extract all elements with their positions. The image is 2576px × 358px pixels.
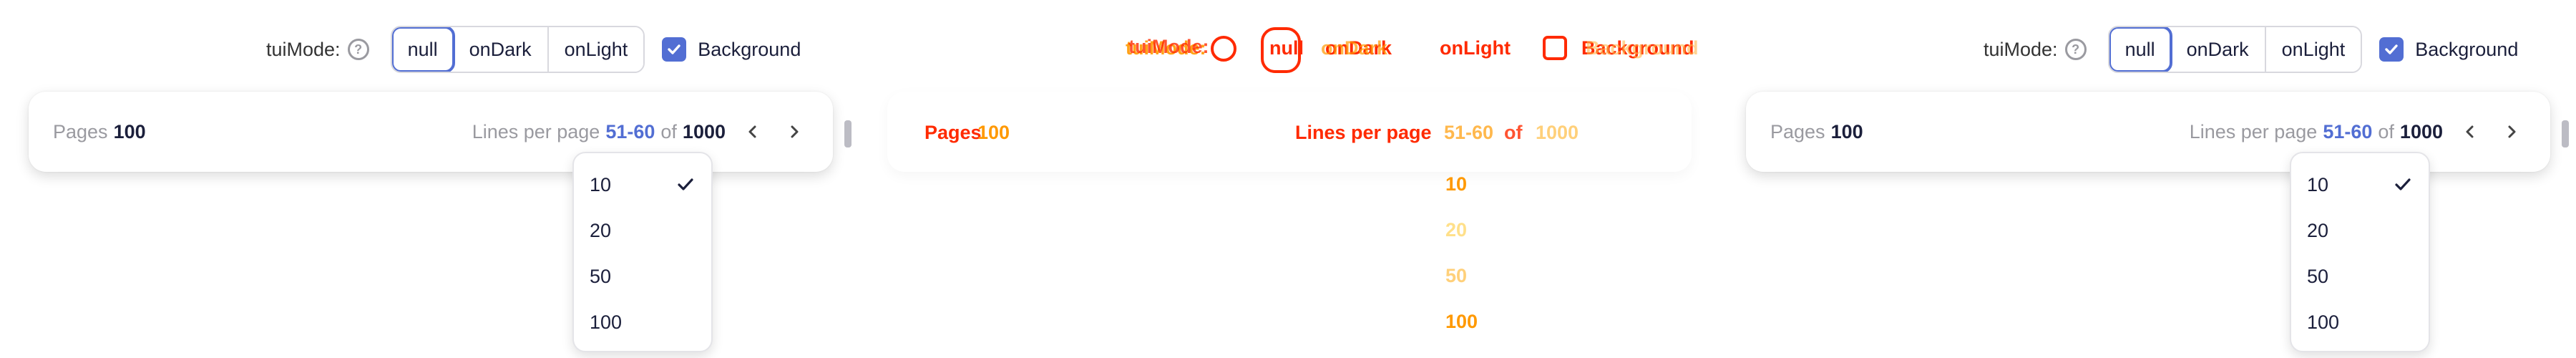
next-page-button[interactable]	[780, 117, 809, 146]
diff-lines-label: Lines per page	[1295, 122, 1432, 143]
dropdown-item[interactable]: 50	[574, 253, 711, 299]
diff-option-onlight: onLight	[1440, 37, 1511, 59]
dropdown-item-label: 20	[2307, 219, 2329, 241]
pages-label: Pages	[1770, 120, 1825, 142]
background-checkbox[interactable]	[2379, 37, 2404, 62]
dropdown-item[interactable]: 100	[574, 299, 711, 345]
mode-option-ondark[interactable]: onDark	[2170, 27, 2266, 72]
dropdown-item-label: 10	[590, 173, 612, 195]
toolbar: tuiMode: ? null onDark onLight Backgroun…	[266, 26, 801, 73]
dropdown-item-label: 100	[590, 311, 623, 333]
dropdown-item[interactable]: 100	[2291, 299, 2429, 345]
pagination-card: Pages 100 Lines per page 51-60 of 1000	[1746, 92, 2550, 172]
diff-dd-50: 50	[1445, 265, 1468, 286]
diff-total: 1000	[1536, 122, 1579, 143]
prev-page-button[interactable]	[2456, 117, 2484, 146]
diff-dd-10: 10	[1445, 173, 1468, 195]
next-page-button[interactable]	[2497, 117, 2526, 146]
dropdown-item-label: 20	[590, 219, 612, 241]
panel-actual: tuiMode: ? null onDark onLight Backgroun…	[1717, 0, 2576, 358]
mode-label: tuiMode:	[1984, 38, 2058, 60]
of-label: of	[2378, 120, 2394, 142]
prev-page-button[interactable]	[738, 117, 767, 146]
pages-value: 100	[1830, 120, 1863, 142]
mode-segmented-control: null onDark onLight	[390, 26, 645, 73]
diff-option-ondark-shift: onDark	[1321, 37, 1388, 59]
total-value: 1000	[682, 120, 726, 142]
question-circle-icon[interactable]: ?	[2064, 39, 2087, 60]
dropdown-item[interactable]: 20	[574, 208, 711, 253]
of-label: of	[660, 120, 677, 142]
background-label: Background	[698, 38, 801, 60]
chevron-right-icon	[2508, 125, 2516, 138]
background-checkbox[interactable]	[662, 37, 687, 62]
diff-mode-label-shift: tuiMode:	[1128, 36, 1209, 57]
total-value: 1000	[2399, 120, 2443, 142]
checkmark-icon	[2395, 178, 2411, 190]
pages-value: 100	[113, 120, 146, 142]
diff-dd-20: 20	[1445, 219, 1468, 241]
check-icon	[2385, 44, 2398, 54]
background-checkbox-wrap[interactable]: Background	[2379, 37, 2518, 62]
panel-reference: tuiMode: ? null onDark onLight Backgroun…	[0, 0, 859, 358]
scrollbar[interactable]	[2562, 120, 2569, 147]
panel-diff: tuiMode: tuiMode: null onDark onDark onL…	[859, 0, 1717, 358]
diff-of-label: of	[1504, 122, 1523, 143]
lines-per-page-select[interactable]: 51-60	[605, 121, 655, 143]
mode-option-null[interactable]: null	[2109, 27, 2172, 72]
diff-dd-100: 100	[1445, 311, 1478, 332]
diff-pages-label: Pages	[924, 122, 982, 143]
diff-help-icon	[1211, 36, 1236, 62]
scrollbar[interactable]	[844, 120, 852, 147]
dropdown-item-label: 50	[590, 265, 612, 287]
mode-option-ondark[interactable]: onDark	[453, 27, 549, 72]
dropdown-item[interactable]: 10	[2291, 162, 2429, 208]
question-circle-icon[interactable]: ?	[347, 39, 369, 60]
lines-per-page-label: Lines per page	[472, 120, 600, 142]
dropdown-item[interactable]: 10	[574, 162, 711, 208]
lines-per-page-dropdown: 10 20 50 100	[572, 152, 713, 352]
dropdown-item[interactable]: 20	[2291, 208, 2429, 253]
mode-label: tuiMode:	[266, 38, 341, 60]
dropdown-item-label: 50	[2307, 265, 2329, 287]
chevron-left-icon	[748, 125, 756, 138]
diff-option-null: null	[1269, 37, 1304, 59]
chevron-right-icon	[791, 125, 799, 138]
check-icon	[668, 44, 680, 54]
diff-range: 51-60	[1444, 122, 1494, 143]
lines-per-page-select[interactable]: 51-60	[2323, 121, 2372, 143]
background-checkbox-wrap[interactable]: Background	[662, 37, 801, 62]
dropdown-item-label: 10	[2307, 173, 2329, 195]
checkmark-icon	[678, 178, 693, 190]
background-label: Background	[2415, 38, 2519, 60]
diff-background-label-shift: Background	[1586, 37, 1699, 59]
mode-option-onlight[interactable]: onLight	[548, 27, 644, 72]
toolbar: tuiMode: ? null onDark onLight Backgroun…	[1984, 26, 2518, 73]
lines-per-page-label: Lines per page	[2189, 120, 2318, 142]
lines-per-page-dropdown: 10 20 50 100	[2290, 152, 2430, 352]
mode-segmented-control: null onDark onLight	[2107, 26, 2363, 73]
pages-label: Pages	[53, 120, 108, 142]
dropdown-item-label: 100	[2307, 311, 2340, 333]
mode-option-null[interactable]: null	[391, 27, 455, 72]
dropdown-item[interactable]: 50	[2291, 253, 2429, 299]
mode-option-onlight[interactable]: onLight	[2265, 27, 2361, 72]
diff-checkbox	[1543, 36, 1567, 60]
chevron-left-icon	[2466, 125, 2474, 138]
diff-pages-value: 100	[977, 122, 1010, 143]
pagination-card: Pages 100 Lines per page 51-60 of 1000	[29, 92, 833, 172]
